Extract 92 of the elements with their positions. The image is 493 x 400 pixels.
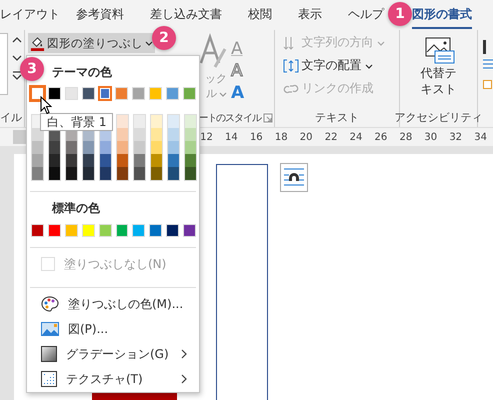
caret-icon[interactable]	[219, 90, 227, 98]
color-swatch[interactable]	[100, 154, 111, 168]
group-label: アクセシビリティ	[394, 110, 482, 125]
text-effects-icon[interactable]: A	[231, 83, 244, 103]
color-swatch[interactable]	[168, 115, 179, 128]
paint-bucket-icon	[30, 36, 45, 50]
color-swatch[interactable]	[168, 128, 179, 142]
color-swatch[interactable]	[100, 167, 111, 180]
caret-icon	[145, 39, 153, 47]
ruler-number: 26	[374, 132, 388, 142]
color-swatch[interactable]	[49, 167, 60, 180]
color-swatch[interactable]	[134, 115, 145, 128]
selected-shape[interactable]	[216, 164, 268, 400]
color-swatch[interactable]	[134, 167, 145, 180]
color-swatch[interactable]	[168, 154, 179, 168]
color-swatch[interactable]	[185, 154, 196, 168]
step-badge: 1	[388, 2, 412, 26]
color-swatch[interactable]	[185, 167, 196, 180]
color-swatch[interactable]	[117, 128, 128, 142]
ribbon-tab[interactable]: 図形の書式	[412, 2, 472, 28]
empty-box-icon	[41, 257, 55, 272]
color-swatch[interactable]	[151, 128, 162, 142]
align-text-icon	[282, 58, 299, 74]
picture-icon	[41, 322, 59, 336]
texture-icon	[41, 371, 57, 388]
group-label: イル	[0, 110, 23, 125]
color-swatch[interactable]	[117, 154, 128, 168]
color-swatch[interactable]	[32, 141, 43, 154]
color-swatch[interactable]	[49, 154, 60, 168]
color-swatch[interactable]	[32, 167, 43, 180]
ruler-number: 32	[448, 132, 464, 142]
ruler-number: 28	[398, 132, 414, 142]
ribbon-tab[interactable]: 差し込み文書	[150, 2, 222, 28]
color-swatch[interactable]	[117, 115, 128, 128]
color-swatch[interactable]	[134, 128, 145, 142]
color-swatch[interactable]	[117, 141, 128, 154]
ribbon-tab[interactable]: 参考資料	[76, 2, 124, 28]
size-field[interactable]	[0, 33, 8, 95]
alt-text-button[interactable]: 代替テキスト	[418, 33, 458, 98]
ruler-number: 30	[423, 132, 438, 142]
color-swatch[interactable]	[185, 128, 196, 142]
menu-item[interactable]: グラデーション(G)	[30, 342, 196, 367]
color-swatch[interactable]	[185, 115, 196, 128]
palette-icon	[41, 296, 59, 312]
ribbon-tab[interactable]: ヘルプ	[348, 2, 384, 28]
color-swatch[interactable]	[32, 154, 43, 168]
color-swatch[interactable]	[49, 141, 60, 154]
color-swatch[interactable]	[168, 141, 179, 154]
cursor-icon	[40, 96, 52, 115]
ruler-number: 16	[248, 132, 264, 142]
section-heading: テーマの色	[52, 64, 112, 81]
ribbon-tab[interactable]: 表示	[298, 2, 322, 28]
color-swatch[interactable]	[151, 115, 162, 128]
color-swatch[interactable]	[66, 141, 77, 154]
ruler-number: 18	[274, 132, 289, 142]
color-swatch[interactable]	[32, 128, 43, 142]
ruler-number: 14	[224, 132, 239, 142]
color-swatch[interactable]	[83, 167, 94, 180]
alt-text-icon	[422, 36, 454, 64]
color-swatch[interactable]	[134, 154, 145, 168]
color-swatch[interactable]	[185, 141, 196, 154]
group-label: テキスト	[314, 110, 360, 125]
color-swatch[interactable]	[151, 167, 162, 180]
color-swatch[interactable]	[100, 141, 111, 154]
menu-item[interactable]: 塗りつぶしの色(M)...	[30, 292, 196, 317]
layout-options-icon[interactable]	[280, 163, 308, 192]
color-swatch[interactable]	[168, 167, 179, 180]
color-swatch[interactable]	[151, 141, 162, 154]
ribbon-tab[interactable]: レイアウト	[0, 2, 60, 28]
color-swatch[interactable]	[134, 141, 145, 154]
ruler-number: 20	[298, 132, 314, 142]
color-swatch[interactable]	[151, 154, 162, 168]
ruler-number: 12	[199, 132, 214, 142]
color-swatch[interactable]	[31, 87, 44, 100]
menu-item[interactable]: 図(P)...	[30, 316, 196, 342]
gradient-icon	[41, 346, 57, 362]
color-swatch[interactable]	[83, 154, 94, 168]
color-swatch[interactable]	[66, 154, 77, 168]
ruler-number: 22	[324, 132, 338, 142]
step-badge: 2	[152, 26, 176, 50]
ruler-number: 24	[348, 132, 364, 142]
color-swatch[interactable]	[66, 167, 77, 180]
dialog-launcher-icon[interactable]	[262, 113, 273, 123]
ruler-number: 34	[473, 132, 488, 142]
shape-fill-button[interactable]: 図形の塗りつぶし	[28, 33, 155, 53]
color-swatch[interactable]	[83, 141, 94, 154]
menu-item[interactable]: テクスチャ(T)	[30, 366, 196, 392]
text-command[interactable]: 文字の配置	[282, 56, 399, 75]
tooltip: 白、背景 1	[40, 113, 114, 131]
color-swatch[interactable]	[117, 167, 128, 180]
ribbon-tab[interactable]: 校閲	[248, 2, 272, 28]
section-heading: 標準の色	[52, 200, 100, 218]
